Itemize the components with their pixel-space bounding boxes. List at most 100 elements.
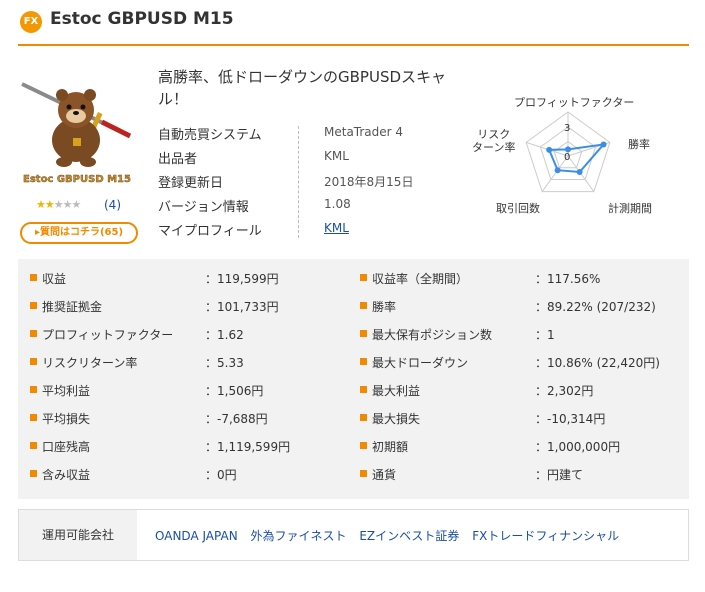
info-value: 2018年8月15日 [324,175,414,189]
stat-row: 含み収益 ：0円 [30,461,350,489]
radar-scale-max: 3 [564,123,570,134]
stat-value: ：-10,314円 [535,412,606,426]
stat-value: ：89.22% (207/232) [535,300,656,314]
product-headline: 高勝率、低ドローダウンのGBPUSDスキャル！ [158,68,447,108]
radar-chart: プロフィットファクター 勝率 計測期間 取引回数 リスク ターン率 30 [468,90,668,220]
bullet-square-icon [360,274,367,281]
bullet-square-icon [30,302,37,309]
bullet-square-icon [360,358,367,365]
info-row-updated: 登録更新日 2018年8月15日 [158,172,458,195]
stat-label: 初期額 [372,440,409,454]
page-title: Estoc GBPUSD M15 [50,9,234,29]
stat-label: リスクリターン率 [42,356,138,370]
bullet-square-icon [30,358,37,365]
broker-link[interactable]: 外為ファイネスト [251,529,347,543]
star-filled-icon: ★ [44,198,55,211]
stat-row: 口座残高 ：1,119,599円 [30,433,350,461]
broker-link[interactable]: OANDA JAPAN [155,529,238,543]
stat-row: プロフィットファクター ：1.62 [30,321,350,349]
stat-row: 収益 ：119,599円 [30,265,350,293]
broker-list: OANDA JAPAN 外為ファイネスト EZインベスト証券 FXトレードフィナ… [155,527,628,544]
broker-link[interactable]: EZインベスト証券 [359,529,459,543]
stat-row: 推奨証拠金 ：101,733円 [30,293,350,321]
stat-label: 最大損失 [372,412,421,426]
questions-button-label: 質問はコチラ(65) [39,227,124,238]
bullet-square-icon [360,442,367,449]
info-label: マイプロフィール [158,224,262,239]
stat-row: 最大ドローダウン ：10.86% (22,420円) [360,349,680,377]
stat-row: 平均利益 ：1,506円 [30,377,350,405]
info-row-system: 自動売買システム MetaTrader 4 [158,124,458,147]
star-empty-icon: ★ [62,198,73,211]
stat-label: 収益 [42,272,67,286]
info-label: バージョン情報 [158,200,249,215]
info-value: 1.08 [324,197,351,211]
stats-panel: 収益 ：119,599円推奨証拠金 ：101,733円 プロフィットファクター ：1.6… [18,259,689,499]
stat-row: 最大損失 ：-10,314円 [360,405,680,433]
bullet-square-icon [30,330,37,337]
stat-label: 勝率 [372,300,397,314]
radar-scale-zero: 0 [564,152,570,163]
stat-row: 通貨 ：円建て [360,461,680,489]
stat-row: 最大保有ポジション数 ：1 [360,321,680,349]
stat-value: ：117.56% [535,272,601,286]
product-image-caption: Estoc GBPUSD M15 [23,174,131,185]
stat-label: 平均利益 [42,384,91,398]
stat-label: 収益率（全期間） [372,272,469,286]
info-label: 出品者 [158,152,198,167]
stat-label: 最大ドローダウン [372,356,469,370]
info-label: 自動売買システム [158,128,262,143]
stat-label: 通貨 [372,468,397,482]
stat-value: ：1,506円 [205,384,264,398]
stat-value: ：1,119,599円 [205,440,291,454]
info-divider [298,126,299,238]
star-empty-icon: ★ [53,198,64,211]
stat-label: 最大利益 [372,384,421,398]
page-header: FX Estoc GBPUSD M15 [18,6,689,46]
stat-row: 勝率 ：89.22% (207/232) [360,293,680,321]
broker-link[interactable]: FXトレードフィナンシャル [472,529,619,543]
stat-value: ：1,000,000円 [535,440,621,454]
radar-point [600,141,607,148]
bullet-square-icon [30,274,37,281]
stat-row: 最大利益 ：2,302円 [360,377,680,405]
info-row-version: バージョン情報 1.08 [158,196,458,219]
bullet-square-icon [360,470,367,477]
sword-handle [100,119,132,139]
stat-value: ：119,599円 [205,272,279,286]
stat-label: 最大保有ポジション数 [372,328,493,342]
brokers-panel: 運用可能会社 OANDA JAPAN 外為ファイネスト EZインベスト証券 FX… [18,509,689,561]
radar-plot: 30 [525,111,611,193]
stat-value: ：1.62 [205,328,244,342]
product-image[interactable]: Estoc GBPUSD M15 [18,78,136,188]
radar-point [546,146,553,153]
profile-link[interactable]: KML [324,221,349,235]
stat-value: ：1 [535,328,555,342]
stat-value: ：10.86% (22,420円) [535,356,660,370]
stat-value: ：2,302円 [535,384,594,398]
stat-row: 初期額 ：1,000,000円 [360,433,680,461]
bullet-square-icon [360,386,367,393]
bullet-square-icon [30,386,37,393]
bullet-square-icon [360,414,367,421]
stat-value: ：-7,688円 [205,412,268,426]
stat-value: ：0円 [205,468,237,482]
stat-label: 平均損失 [42,412,91,426]
stat-value: ：101,733円 [205,300,279,314]
questions-button[interactable]: ▸質問はコチラ(65) [20,222,138,244]
stat-value: ：5.33 [205,356,244,370]
star-empty-icon: ★ [71,198,82,211]
info-label: 登録更新日 [158,176,224,191]
bullet-square-icon [360,330,367,337]
radar-point [576,169,583,176]
rating-stars: ★★★★★ [36,198,82,211]
stat-label: 口座残高 [42,440,91,454]
stat-row: 収益率（全期間） ：117.56% [360,265,680,293]
info-row-seller: 出品者 KML [158,148,458,171]
info-value: KML [324,149,349,163]
stat-label: 含み収益 [42,468,91,482]
rating-count-link[interactable]: (4) [104,198,121,212]
stat-value: ：円建て [535,468,584,482]
bullet-square-icon [360,302,367,309]
radar-point [554,167,561,174]
